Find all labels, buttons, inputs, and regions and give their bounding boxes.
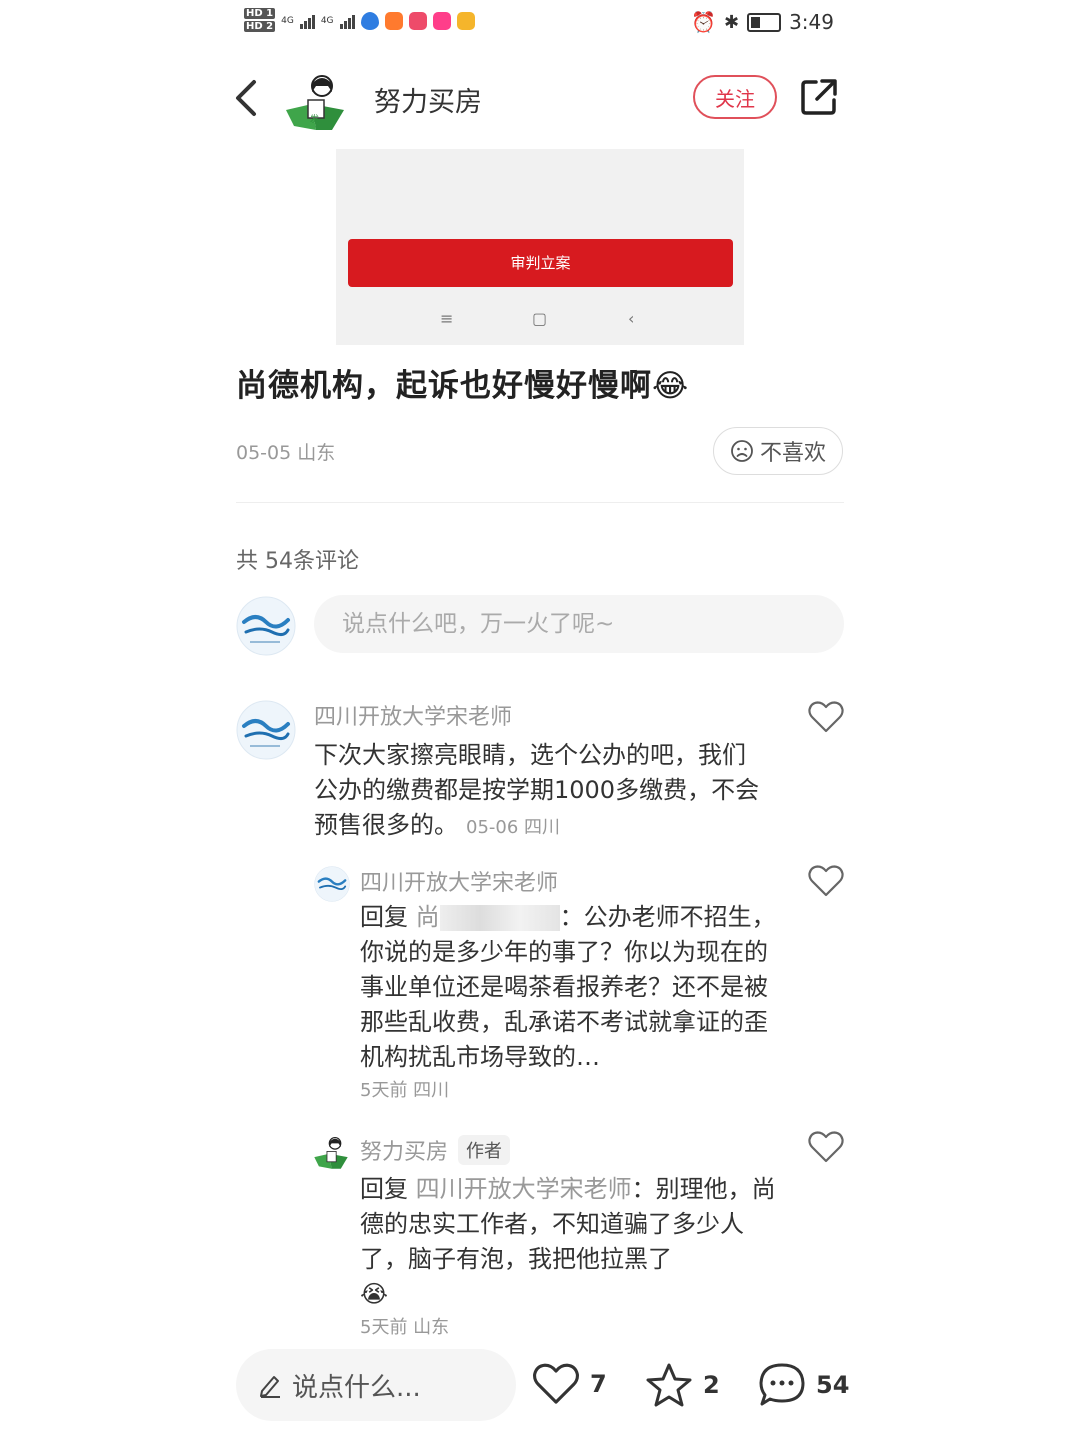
frown-icon xyxy=(731,440,753,462)
post-meta: 05-05 山东 xyxy=(236,442,336,464)
author-name[interactable]: 努力买房 xyxy=(374,80,482,119)
blurred-name xyxy=(439,905,560,931)
heart-icon xyxy=(533,1363,579,1404)
bottom-input-label: 说点什么... xyxy=(292,1372,421,1403)
svg-text:发: 发 xyxy=(310,113,319,125)
back-nav-icon: ‹ xyxy=(628,309,635,328)
network-label-1: 4G xyxy=(281,16,294,26)
divider xyxy=(236,502,844,503)
comment-count: 共 54条评论 xyxy=(236,549,359,574)
shield-app-icon xyxy=(360,12,379,30)
status-bar: HD 1 HD 2 4G 4G ⏰ ✱ 3:49 xyxy=(236,0,844,46)
shop-app-icon xyxy=(432,12,451,30)
author-reply-meta: 5天前 山东 xyxy=(360,1317,450,1338)
bottom-comment-input[interactable]: 说点什么... xyxy=(236,1349,516,1421)
post-title: 尚德机构，起诉也好慢好慢啊😂 xyxy=(236,368,690,404)
reply-meta: 5天前 四川 xyxy=(360,1080,450,1101)
pencil-icon xyxy=(260,1376,280,1398)
commenter-name[interactable]: 四川开放大学宋老师 xyxy=(314,699,512,731)
author-tag: 作者 xyxy=(458,1135,511,1165)
comment-text: 下次大家擦亮眼睛，选个公办的吧，我们公办的缴费都是按学期1000多缴费，不会预售… xyxy=(314,741,760,839)
star-count: 2 xyxy=(703,1371,720,1399)
commenter-avatar[interactable] xyxy=(236,700,296,760)
crying-emoji: 😭 xyxy=(360,1280,389,1308)
network-label-2: 4G xyxy=(320,16,334,26)
heart-icon[interactable] xyxy=(808,1130,844,1164)
like-count: 7 xyxy=(590,1370,607,1398)
author-reply-header: 努力买房 作者 xyxy=(360,1134,511,1166)
clock: 3:49 xyxy=(789,10,834,34)
back-chevron-icon[interactable] xyxy=(232,76,272,120)
reply-avatar[interactable] xyxy=(314,866,350,902)
like-button[interactable]: 7 xyxy=(532,1362,607,1406)
signal-icon-2 xyxy=(339,13,355,29)
hd-indicator: HD 1 HD 2 xyxy=(244,8,276,32)
signal-icon xyxy=(299,13,315,29)
follow-button[interactable]: 关注 xyxy=(693,75,777,119)
battery-icon xyxy=(747,12,782,32)
comment-count-bottom: 54 xyxy=(816,1371,850,1399)
image-red-button: 审判立案 xyxy=(348,239,733,287)
comment-bubble-icon xyxy=(759,1363,805,1406)
book-app-icon xyxy=(408,12,427,30)
dislike-label: 不喜欢 xyxy=(759,441,826,466)
alarm-icon: ⏰ xyxy=(691,10,716,34)
post-image[interactable]: 审判立案 ≡ ▢ ‹ xyxy=(336,149,744,345)
star-icon xyxy=(646,1363,692,1407)
heart-icon[interactable] xyxy=(808,700,844,734)
comment-button[interactable]: 54 xyxy=(758,1362,849,1408)
share-icon[interactable] xyxy=(800,78,838,116)
comment-input[interactable]: 说点什么吧，万一火了呢~ xyxy=(314,595,844,653)
menu-nav-icon: ≡ xyxy=(440,309,454,328)
bluetooth-icon: ✱ xyxy=(723,11,740,33)
my-avatar xyxy=(236,596,296,656)
author-avatar[interactable]: 发 xyxy=(282,70,348,132)
author-reply-text: 回复 四川开放大学宋老师：别理他，尚德的忠实工作者，不知道骗了多少人了，脑子有泡… xyxy=(360,1175,776,1308)
author-reply-name[interactable]: 努力买房 xyxy=(360,1134,448,1166)
wallet-app-icon xyxy=(456,12,475,30)
star-button[interactable]: 2 xyxy=(645,1362,720,1408)
dislike-button[interactable]: 不喜欢 xyxy=(713,427,843,475)
home-nav-icon: ▢ xyxy=(532,309,548,328)
reply-commenter-name[interactable]: 四川开放大学宋老师 xyxy=(360,865,558,897)
author-reply-avatar[interactable] xyxy=(312,1134,350,1170)
video-app-icon xyxy=(384,12,403,30)
reply-text: 回复 尚：公办老师不招生，你说的是多少年的事了？你以为现在的事业单位还是喝茶看报… xyxy=(360,903,776,1071)
heart-icon[interactable] xyxy=(808,864,844,898)
